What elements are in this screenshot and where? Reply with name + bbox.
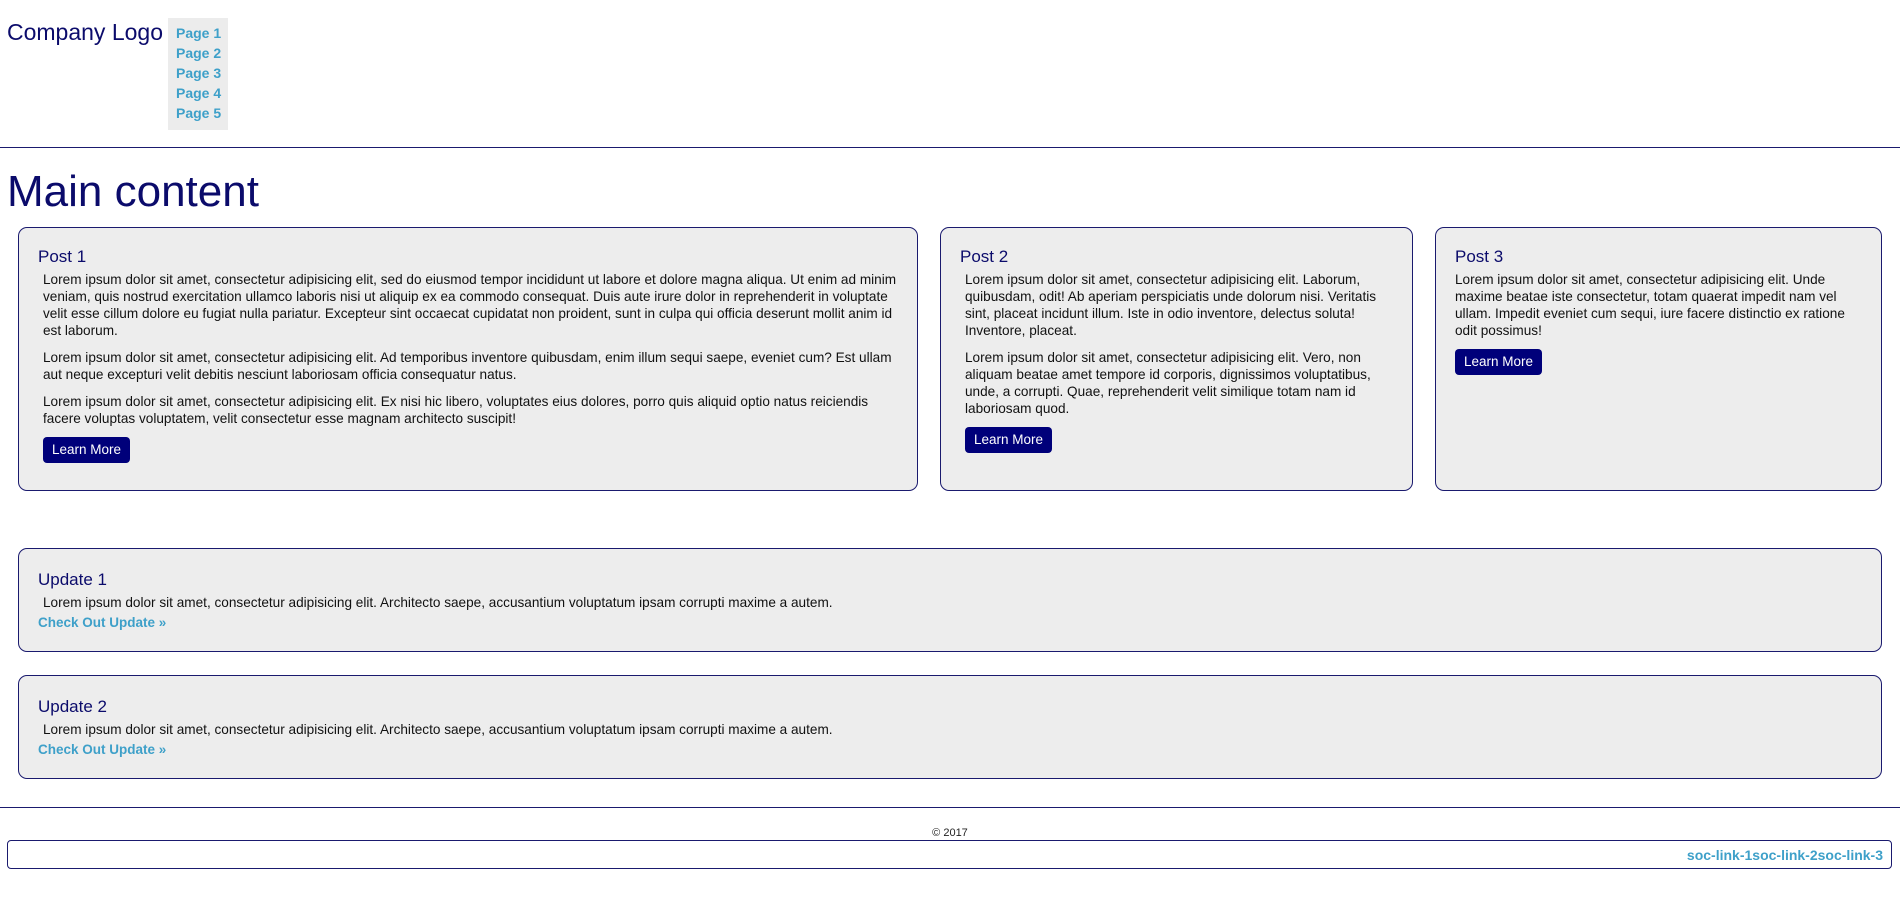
footer-divider — [0, 807, 1900, 808]
post-paragraph: Lorem ipsum dolor sit amet, consectetur … — [965, 350, 1371, 416]
post-paragraph: Lorem ipsum dolor sit amet, consectetur … — [43, 272, 897, 338]
post-card-1: Post 1 Lorem ipsum dolor sit amet, conse… — [18, 227, 918, 491]
social-link-3[interactable]: soc-link-3 — [1818, 847, 1883, 863]
post-card-2: Post 2 Lorem ipsum dolor sit amet, conse… — [940, 227, 1413, 491]
post-title: Post 2 — [960, 247, 1009, 266]
nav-link-page-3[interactable]: Page 3 — [176, 63, 221, 83]
update-card-1: Update 1 Lorem ipsum dolor sit amet, con… — [18, 548, 1882, 652]
update-title: Update 2 — [38, 697, 107, 716]
post-card-3: Post 3 Lorem ipsum dolor sit amet, conse… — [1435, 227, 1882, 491]
post-paragraph: Lorem ipsum dolor sit amet, consectetur … — [43, 394, 869, 426]
nav-link-page-5[interactable]: Page 5 — [176, 103, 221, 123]
nav-link-page-4[interactable]: Page 4 — [176, 83, 221, 103]
learn-more-button[interactable]: Learn More — [43, 437, 131, 463]
learn-more-button[interactable]: Learn More — [965, 427, 1053, 453]
check-out-update-link[interactable]: Check Out Update » — [38, 742, 166, 757]
check-out-update-link[interactable]: Check Out Update » — [38, 615, 166, 630]
post-paragraph: Lorem ipsum dolor sit amet, consectetur … — [1455, 272, 1845, 338]
post-paragraph: Lorem ipsum dolor sit amet, consectetur … — [965, 272, 1377, 338]
update-card-2: Update 2 Lorem ipsum dolor sit amet, con… — [18, 675, 1882, 779]
nav-link-page-1[interactable]: Page 1 — [176, 23, 221, 43]
nav-link-page-2[interactable]: Page 2 — [176, 43, 221, 63]
post-title: Post 1 — [38, 247, 87, 266]
page-title: Main content — [7, 167, 259, 216]
copyright-text: © 2017 — [932, 827, 968, 839]
update-title: Update 1 — [38, 570, 107, 589]
social-link-1[interactable]: soc-link-1 — [1687, 847, 1752, 863]
main-nav: Page 1 Page 2 Page 3 Page 4 Page 5 — [168, 18, 228, 130]
post-paragraph: Lorem ipsum dolor sit amet, consectetur … — [43, 350, 892, 382]
social-link-2[interactable]: soc-link-2 — [1752, 847, 1817, 863]
social-links-bar: soc-link-1soc-link-2soc-link-3 — [7, 840, 1892, 869]
post-title: Post 3 — [1455, 247, 1504, 266]
company-logo[interactable]: Company Logo — [7, 18, 163, 46]
update-text: Lorem ipsum dolor sit amet, consectetur … — [43, 595, 833, 610]
learn-more-button[interactable]: Learn More — [1455, 349, 1543, 375]
update-text: Lorem ipsum dolor sit amet, consectetur … — [43, 722, 833, 737]
site-header: Company Logo Page 1 Page 2 Page 3 Page 4… — [0, 0, 1900, 148]
